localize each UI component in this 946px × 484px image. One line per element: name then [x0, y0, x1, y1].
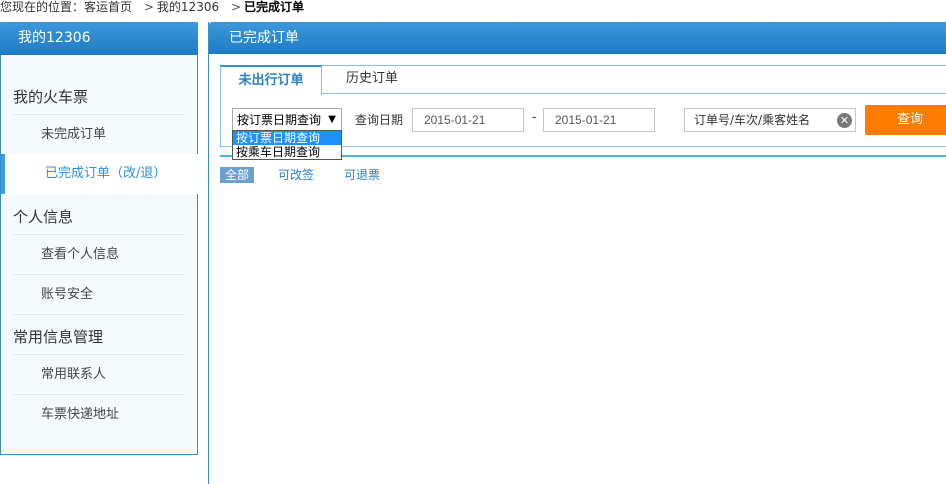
page-title: 已完成订单	[209, 22, 946, 54]
sidebar-group-personal-info: 个人信息	[13, 208, 74, 226]
breadcrumb-section-link[interactable]: 我的12306	[157, 0, 219, 15]
query-type-dropdown: 按订票日期查询 按乘车日期查询	[232, 130, 342, 160]
sidebar-item-contacts[interactable]: 常用联系人	[14, 354, 184, 394]
tab-history-orders[interactable]: 历史订单	[322, 65, 422, 94]
sidebar: 我的12306 我的火车票 未完成订单 已完成订单（改/退） 个人信息 查看个人…	[0, 22, 198, 455]
query-button[interactable]: 查询	[865, 105, 946, 135]
date-range-dash: -	[532, 110, 537, 124]
query-type-selected: 按订票日期查询	[237, 113, 322, 127]
query-type-option-travel-date[interactable]: 按乘车日期查询	[233, 145, 341, 159]
sidebar-item-view-personal-info[interactable]: 查看个人信息	[14, 234, 184, 274]
query-box: 未出行订单 历史订单 按订票日期查询 ▼ 按订票日期查询 按乘车日期查询 查询日…	[220, 65, 946, 160]
breadcrumb-prefix: 您现在的位置：	[0, 0, 85, 14]
sidebar-divider	[14, 314, 184, 315]
sidebar-item-completed-orders[interactable]: 已完成订单（改/退）	[1, 154, 198, 194]
sidebar-group-common-info: 常用信息管理	[13, 328, 104, 346]
keyword-placeholder: 订单号/车次/乘客姓名	[694, 113, 811, 127]
filter-refundable[interactable]: 可退票	[344, 167, 380, 183]
sidebar-item-account-security[interactable]: 账号安全	[14, 274, 184, 314]
query-type-option-booking-date[interactable]: 按订票日期查询	[233, 131, 341, 145]
keyword-search-input[interactable]: 订单号/车次/乘客姓名 ✕	[684, 108, 856, 132]
sidebar-item-delivery-address[interactable]: 车票快递地址	[14, 394, 184, 434]
filter-changeable[interactable]: 可改签	[278, 167, 314, 183]
triangle-down-icon: ▼	[328, 114, 336, 125]
main-panel: 已完成订单 未出行订单 历史订单 按订票日期查询 ▼ 按订票日期查询 按乘车日期…	[208, 22, 946, 484]
filter-all[interactable]: 全部	[220, 167, 254, 183]
breadcrumb-home-link[interactable]: 客运首页	[84, 0, 132, 15]
clear-icon[interactable]: ✕	[837, 113, 852, 128]
order-tabs: 未出行订单 历史订单	[220, 65, 946, 95]
date-to-input[interactable]: 2015-01-21	[543, 108, 655, 132]
query-type-select[interactable]: 按订票日期查询 ▼	[232, 108, 342, 132]
breadcrumb-separator: >	[230, 0, 241, 14]
breadcrumb-current: 已完成订单	[244, 0, 305, 14]
tab-upcoming-orders[interactable]: 未出行订单	[220, 65, 322, 95]
breadcrumb-separator: >	[143, 0, 154, 14]
query-date-label: 查询日期	[355, 113, 404, 127]
sidebar-item-unfinished-orders[interactable]: 未完成订单	[14, 114, 184, 154]
breadcrumb: 您现在的位置：客运首页 > 我的12306 > 已完成订单	[0, 0, 304, 16]
sidebar-title[interactable]: 我的12306	[0, 22, 198, 55]
date-from-input[interactable]: 2015-01-21	[412, 108, 524, 132]
sidebar-group-tickets: 我的火车票	[13, 88, 89, 106]
